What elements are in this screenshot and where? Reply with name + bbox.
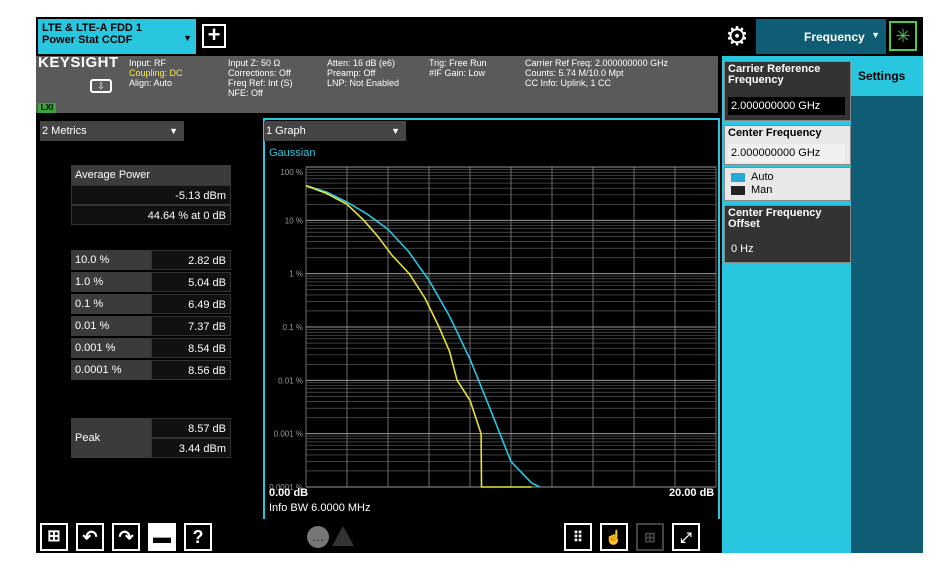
auto-indicator-icon [731, 173, 745, 182]
message-icon[interactable]: … [307, 526, 329, 548]
center-freq-offset-softkey[interactable]: Center Frequency Offset 0 Hz [724, 205, 851, 263]
y-tick-label: 1 % [289, 270, 303, 279]
x-axis-start: 0.00 dB [269, 487, 309, 499]
tab-area [851, 96, 923, 553]
info-bandwidth: Info BW 6.0000 MHz [269, 502, 371, 514]
auto-label: Auto [751, 171, 774, 183]
center-freq-offset-label: Center Frequency Offset [728, 207, 822, 230]
auto-man-toggle[interactable]: Auto Man [724, 167, 851, 201]
carrier-ref-freq-field[interactable]: 2.000000000 GHz [728, 97, 845, 115]
redo-icon[interactable]: ↷ [112, 523, 140, 551]
center-freq-offset-field[interactable]: 0 Hz [728, 240, 845, 258]
y-tick-label: 10 % [285, 216, 303, 225]
carrier-ref-freq-label: Carrier Reference Frequency [728, 63, 821, 86]
touch-icon[interactable]: ☝ [600, 523, 628, 551]
y-tick-label: 0.001 % [274, 430, 303, 439]
center-freq-label: Center Frequency [728, 127, 822, 139]
file-folder-icon[interactable]: ▬ [148, 523, 176, 551]
multi-window-icon[interactable]: ⊞ [636, 523, 664, 551]
man-label: Man [751, 184, 773, 196]
help-button[interactable]: ? [184, 523, 212, 551]
tab-settings-label: Settings [858, 69, 906, 83]
y-tick-label: 0.1 % [283, 323, 303, 332]
center-freq-field[interactable]: 2.000000000 GHz [728, 144, 845, 162]
warning-icon[interactable] [332, 526, 354, 546]
y-tick-label: 100 % [280, 168, 303, 177]
undo-icon[interactable]: ↶ [76, 523, 104, 551]
marker-table-icon[interactable]: ⠿ [564, 523, 592, 551]
maximize-icon[interactable]: ⤢ [672, 523, 700, 551]
x-axis-stop: 20.00 dB [669, 487, 715, 499]
man-indicator-icon [731, 186, 745, 195]
y-tick-label: 0.01 % [278, 376, 303, 385]
center-freq-softkey[interactable]: Center Frequency 2.000000000 GHz [724, 125, 851, 165]
carrier-ref-freq-softkey[interactable]: Carrier Reference Frequency 2.000000000 … [724, 61, 851, 121]
windows-start-icon[interactable]: ⊞ [40, 523, 68, 551]
